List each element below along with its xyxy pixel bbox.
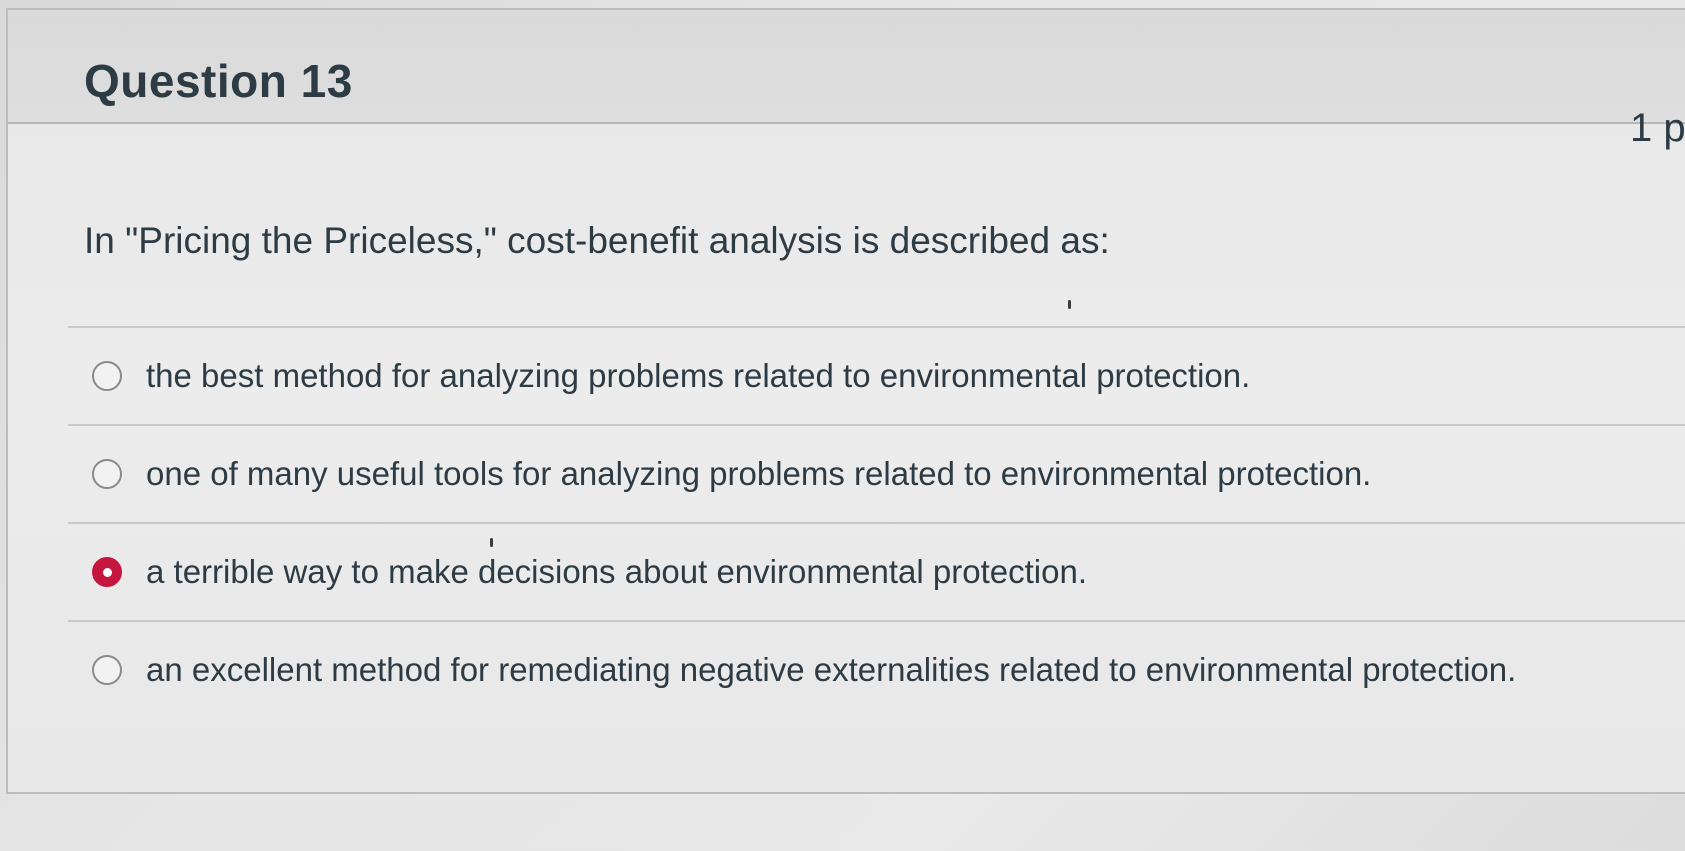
question-header: Question 13 (8, 10, 1685, 124)
answer-label[interactable]: the best method for analyzing problems r… (146, 357, 1250, 395)
answer-option[interactable]: an excellent method for remediating nega… (68, 620, 1685, 718)
radio-button[interactable] (92, 655, 122, 685)
question-points: 1 p (1630, 106, 1685, 150)
question-text: In "Pricing the Priceless," cost-benefit… (84, 220, 1110, 261)
radio-button[interactable] (92, 459, 122, 489)
answer-list: the best method for analyzing problems r… (68, 326, 1685, 718)
radio-button-selected[interactable] (92, 557, 122, 587)
stray-mark (490, 538, 493, 547)
question-card: Question 13 1 p In "Pricing the Priceles… (6, 8, 1685, 794)
answer-option[interactable]: a terrible way to make decisions about e… (68, 522, 1685, 620)
stray-mark (1068, 300, 1071, 309)
radio-button[interactable] (92, 361, 122, 391)
answer-option[interactable]: one of many useful tools for analyzing p… (68, 424, 1685, 522)
question-title: Question 13 (84, 55, 353, 107)
answer-label[interactable]: a terrible way to make decisions about e… (146, 553, 1087, 591)
answer-label[interactable]: an excellent method for remediating nega… (146, 651, 1516, 689)
answer-label[interactable]: one of many useful tools for analyzing p… (146, 455, 1371, 493)
answer-option[interactable]: the best method for analyzing problems r… (68, 326, 1685, 424)
